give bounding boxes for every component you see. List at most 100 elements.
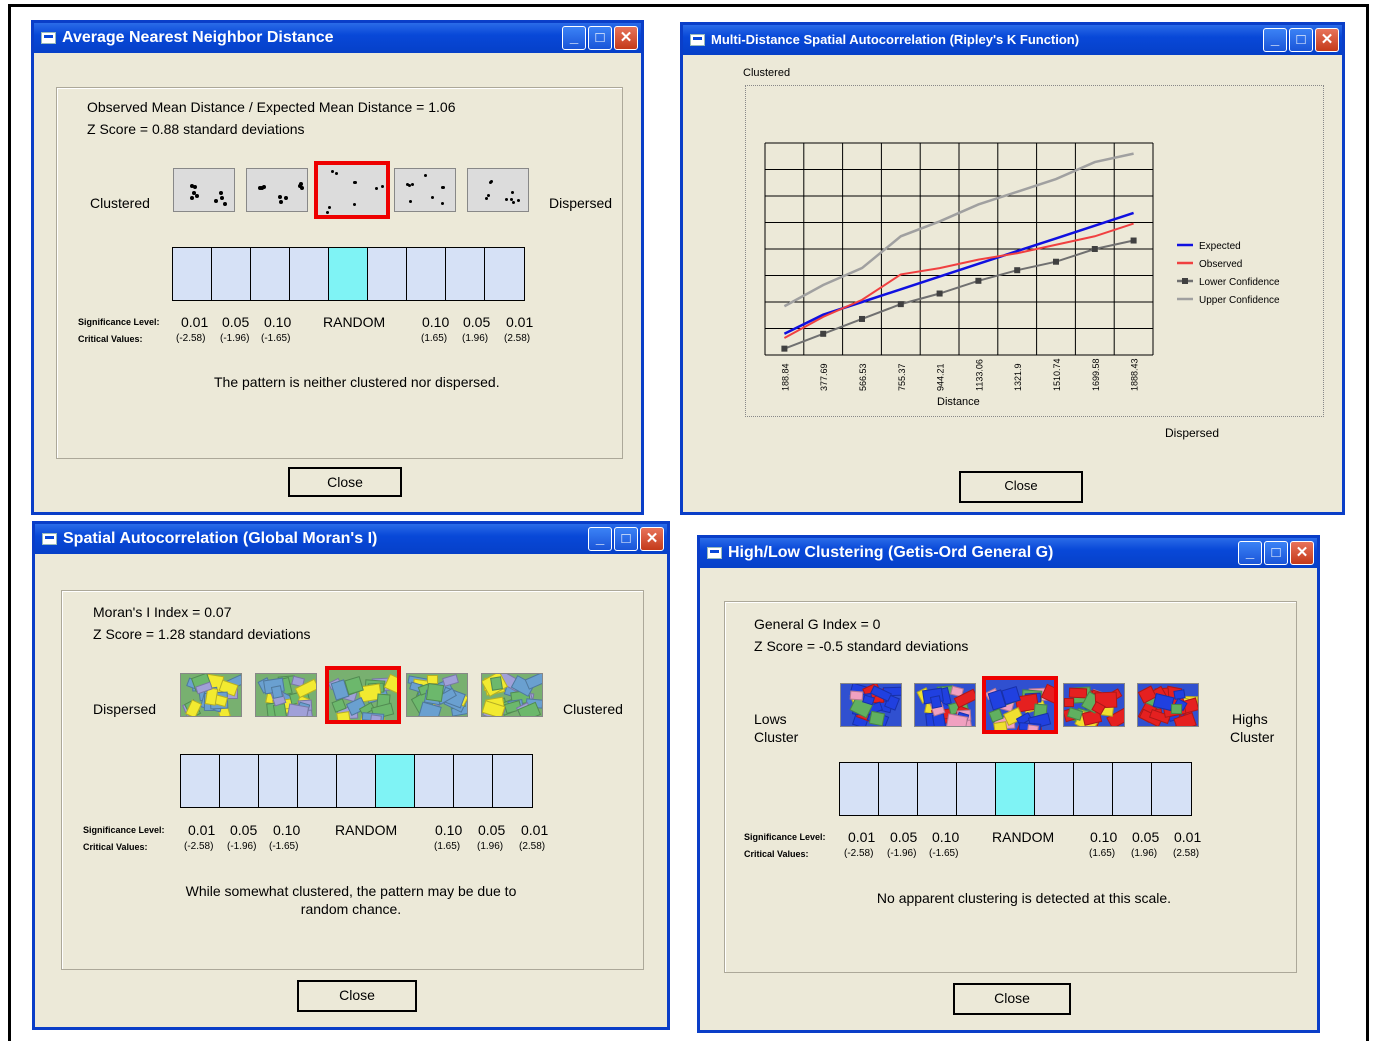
point-dot bbox=[195, 194, 199, 199]
pattern-thumbnail bbox=[180, 673, 242, 717]
nn-close-button[interactable]: Close bbox=[288, 467, 402, 497]
getis-left-label-2: Cluster bbox=[754, 729, 799, 745]
point-dot bbox=[352, 202, 356, 206]
x-tick-label: 944.21 bbox=[936, 363, 946, 391]
pattern-thumbnail bbox=[173, 168, 235, 212]
point-dot bbox=[380, 184, 384, 188]
close-window-button[interactable]: ✕ bbox=[1290, 541, 1314, 565]
scale-cell bbox=[290, 248, 329, 300]
moran-zscore-text: Z Score = 1.28 standard deviations bbox=[93, 626, 311, 642]
getis-titlebar[interactable]: High/Low Clustering (Getis-Ord General G… bbox=[700, 538, 1317, 568]
crit-4: (1.96) bbox=[462, 333, 489, 344]
scale-cell bbox=[879, 763, 918, 815]
lower-confidence-marker bbox=[1130, 237, 1137, 244]
point-dot bbox=[283, 196, 288, 201]
point-dot bbox=[430, 196, 434, 200]
legend-label: Upper Confidence bbox=[1199, 295, 1280, 306]
moran-close-button[interactable]: Close bbox=[297, 980, 417, 1012]
lower-confidence-marker bbox=[1014, 267, 1021, 274]
scale-cell bbox=[1074, 763, 1113, 815]
crit-values-label: Critical Values: bbox=[78, 334, 143, 344]
scale-cell bbox=[298, 755, 337, 807]
polygon-patch bbox=[368, 713, 383, 720]
polygon-patch bbox=[849, 690, 864, 701]
x-tick-label: 1699.58 bbox=[1091, 358, 1101, 391]
x-tick-label: 188.84 bbox=[780, 363, 790, 391]
maximize-button[interactable]: □ bbox=[1289, 28, 1313, 52]
point-dot bbox=[511, 201, 515, 205]
legend-marker bbox=[1182, 278, 1188, 284]
sig-level-label: Significance Level: bbox=[83, 825, 165, 835]
sig-level-label: Significance Level: bbox=[744, 832, 826, 842]
minimize-button[interactable]: _ bbox=[1238, 541, 1262, 565]
crit-1: (-1.96) bbox=[227, 841, 257, 852]
point-dot bbox=[374, 187, 378, 191]
scale-cell bbox=[840, 763, 879, 815]
ripley-titlebar[interactable]: Multi-Distance Spatial Autocorrelation (… bbox=[683, 25, 1342, 55]
scale-cell bbox=[493, 755, 532, 807]
crit-4: (1.96) bbox=[1131, 848, 1158, 859]
close-window-button[interactable]: ✕ bbox=[614, 26, 638, 50]
maximize-button[interactable]: □ bbox=[614, 527, 638, 551]
scale-cell bbox=[957, 763, 996, 815]
crit-1: (-1.96) bbox=[887, 848, 917, 859]
crit-0: (-2.58) bbox=[184, 841, 214, 852]
scale-cell bbox=[446, 248, 485, 300]
pattern-thumbnail bbox=[481, 673, 543, 717]
level-random: RANDOM bbox=[335, 822, 398, 838]
scale-cell bbox=[1113, 763, 1152, 815]
level-random: RANDOM bbox=[992, 829, 1055, 845]
point-dot bbox=[219, 191, 224, 196]
x-tick-label: 1510.74 bbox=[1052, 358, 1062, 391]
minimize-button[interactable]: _ bbox=[562, 26, 586, 50]
lower-confidence-marker bbox=[975, 277, 982, 284]
nn-titlebar[interactable]: Average Nearest Neighbor Distance _ □ ✕ bbox=[34, 23, 641, 53]
scale-cell bbox=[415, 755, 454, 807]
getis-close-button[interactable]: Close bbox=[953, 983, 1071, 1015]
scale-cell bbox=[1035, 763, 1074, 815]
crit-2: (-1.65) bbox=[929, 848, 959, 859]
scale-cell bbox=[212, 248, 251, 300]
point-dot bbox=[485, 197, 489, 201]
point-dot bbox=[490, 180, 494, 184]
nn-left-label: Clustered bbox=[90, 195, 150, 211]
level-1: 0.05 bbox=[230, 822, 258, 838]
crit-5: (2.58) bbox=[504, 333, 531, 344]
moran-title: Spatial Autocorrelation (Global Moran's … bbox=[63, 530, 378, 547]
point-dot bbox=[411, 183, 415, 187]
nn-ratio-text: Observed Mean Distance / Expected Mean D… bbox=[87, 99, 456, 115]
level-0: 0.01 bbox=[188, 822, 216, 838]
point-dot bbox=[328, 206, 332, 210]
polygon-patch bbox=[1064, 697, 1075, 708]
close-window-button[interactable]: ✕ bbox=[640, 527, 664, 551]
level-4: 0.10 bbox=[422, 314, 450, 330]
minimize-button[interactable]: _ bbox=[588, 527, 612, 551]
moran-index-text: Moran's I Index = 0.07 bbox=[93, 604, 232, 620]
scale-cell bbox=[407, 248, 446, 300]
minimize-button[interactable]: _ bbox=[1263, 28, 1287, 52]
getis-left-label-1: Lows bbox=[754, 711, 787, 727]
ripley-close-button[interactable]: Close bbox=[959, 471, 1083, 503]
moran-titlebar[interactable]: Spatial Autocorrelation (Global Moran's … bbox=[35, 524, 667, 554]
getis-right-label-1: Highs bbox=[1232, 711, 1268, 727]
maximize-button[interactable]: □ bbox=[1264, 541, 1288, 565]
ripley-window: Multi-Distance Spatial Autocorrelation (… bbox=[680, 22, 1345, 515]
level-1: 0.05 bbox=[890, 829, 918, 845]
maximize-button[interactable]: □ bbox=[588, 26, 612, 50]
selected-pattern-thumbnail bbox=[325, 666, 401, 724]
nn-result-message: The pattern is neither clustered nor dis… bbox=[214, 374, 500, 390]
legend-label: Observed bbox=[1199, 259, 1242, 270]
selected-pattern-thumbnail bbox=[314, 161, 390, 219]
crit-0: (-2.58) bbox=[176, 333, 206, 344]
point-dot bbox=[325, 211, 329, 215]
moran-left-label: Dispersed bbox=[93, 701, 157, 717]
pattern-thumbnail bbox=[406, 673, 468, 717]
close-window-button[interactable]: ✕ bbox=[1315, 28, 1339, 52]
scale-cell bbox=[173, 248, 212, 300]
lower-confidence-marker bbox=[820, 330, 827, 337]
window-icon bbox=[41, 32, 56, 44]
nn-window: Average Nearest Neighbor Distance _ □ ✕ … bbox=[31, 20, 644, 515]
getis-result-message: No apparent clustering is detected at th… bbox=[876, 890, 1172, 906]
lower-confidence-marker bbox=[781, 345, 788, 352]
lower-confidence-marker bbox=[859, 315, 865, 322]
